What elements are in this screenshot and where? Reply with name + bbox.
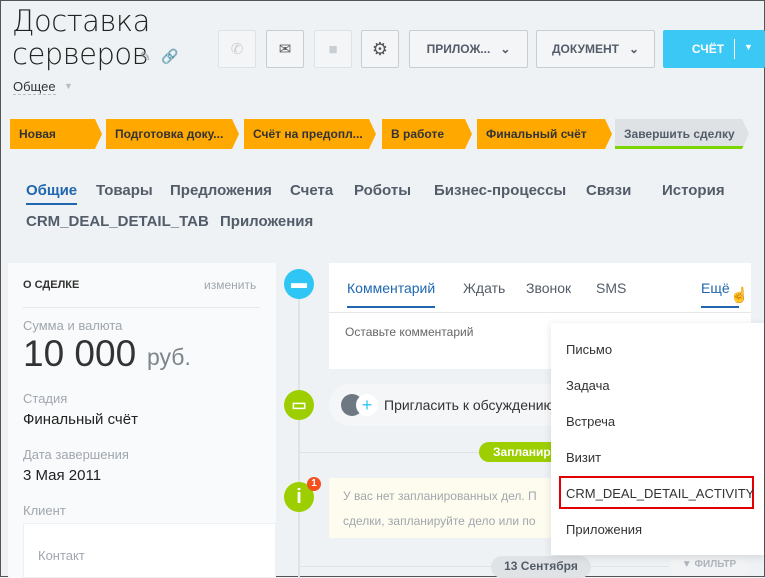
menu-item-meeting[interactable]: Встреча [566, 414, 615, 429]
pencil-icon[interactable]: ✎ [140, 49, 151, 65]
tab-apps[interactable]: Приложения [220, 213, 313, 230]
notification-badge: 1 [307, 477, 321, 491]
date-value: 3 Мая 2011 [23, 467, 102, 484]
menu-item-visit[interactable]: Визит [566, 450, 601, 465]
apps-button[interactable]: ПРИЛОЖ... ⌄ [409, 30, 528, 68]
document-label: ДОКУМЕНТ [551, 42, 619, 56]
edit-link[interactable]: изменить [204, 278, 256, 292]
comment-input[interactable]: Оставьте комментарий [345, 325, 473, 339]
tab-history[interactable]: История [662, 182, 725, 199]
date-separator: 13 Сентября [491, 556, 591, 578]
menu-item-apps[interactable]: Приложения [566, 522, 642, 537]
more-menu [551, 323, 764, 555]
tab-general[interactable]: Общие [26, 182, 78, 205]
comment-icon: ▬ [284, 269, 314, 299]
timeline-line [298, 284, 300, 578]
caret-down-icon[interactable]: ▼ [744, 42, 753, 52]
empty-notice [329, 478, 589, 538]
menu-item-email[interactable]: Письмо [566, 342, 612, 357]
link-icon[interactable]: 🔗 [161, 48, 178, 65]
chat-bubble-icon: ▭ [284, 390, 314, 420]
stage-in-progress[interactable]: В работе [382, 119, 472, 149]
gear-icon: ⚙ [371, 38, 389, 59]
divider [329, 312, 751, 313]
chevron-down-icon: ⌄ [500, 42, 511, 56]
document-button[interactable]: ДОКУМЕНТ ⌄ [536, 30, 655, 68]
divider [734, 39, 735, 59]
tab-crm-deal-detail[interactable]: CRM_DEAL_DETAIL_TAB [26, 213, 209, 230]
tab-sms[interactable]: SMS [596, 280, 626, 296]
stage-value: Финальный счёт [23, 411, 138, 428]
filter-label: ФИЛЬТР [694, 559, 737, 570]
divider [23, 307, 260, 308]
menu-item-crm-deal-detail-activity[interactable]: CRM_DEAL_DETAIL_ACTIVITY [566, 486, 754, 501]
client-label: Клиент [23, 503, 66, 518]
tab-links[interactable]: Связи [586, 182, 631, 199]
call-button[interactable]: ✆ [218, 30, 256, 68]
tab-comment[interactable]: Комментарий [347, 280, 436, 308]
tab-call[interactable]: Звонок [526, 280, 571, 296]
email-button[interactable]: ✉ [266, 30, 304, 68]
tab-wait[interactable]: Ждать [463, 280, 505, 296]
stage-close-deal[interactable]: Завершить сделку [615, 119, 749, 149]
chevron-down-icon: ⌄ [628, 42, 640, 56]
empty-text-1: У вас нет запланированных дел. П [343, 489, 537, 503]
deal-title-line2: серверов [12, 37, 149, 71]
currency: руб. [147, 344, 191, 370]
empty-text-2: сделки, запланируйте дело или по [343, 514, 536, 528]
category-selector[interactable]: Общее [13, 79, 56, 95]
cursor-hand-icon: ☝ [730, 287, 749, 304]
stage-preparation[interactable]: Подготовка доку... [106, 119, 239, 149]
menu-item-task[interactable]: Задача [566, 378, 610, 393]
stage-final-invoice[interactable]: Финальный счёт [477, 119, 612, 149]
caret-down-icon[interactable]: ▼ [64, 81, 73, 91]
invoice-label: СЧЁТ [691, 42, 725, 56]
invite-text[interactable]: Пригласить к обсуждению [384, 397, 554, 413]
tab-invoices[interactable]: Счета [290, 182, 333, 199]
amount-label: Сумма и валюта [23, 318, 123, 333]
stage-prepayment[interactable]: Счёт на предопл... [244, 119, 376, 149]
tab-robots[interactable]: Роботы [354, 182, 411, 199]
filter-button[interactable]: ▼ ФИЛЬТР [669, 556, 749, 576]
invoice-button[interactable]: СЧЁТ ▼ [663, 30, 765, 68]
filter-icon: ▼ [681, 559, 695, 570]
amount-value: 10 000 [23, 333, 137, 374]
settings-button[interactable]: ⚙ [361, 30, 399, 68]
deal-heading: О СДЕЛКЕ [23, 279, 80, 291]
tab-business-processes[interactable]: Бизнес-процессы [434, 182, 566, 199]
chat-button[interactable]: ■ [314, 30, 352, 68]
plus-icon: + [356, 394, 378, 416]
phone-icon: ✆ [230, 41, 244, 58]
chat-icon: ■ [328, 40, 338, 58]
date-label: Дата завершения [23, 447, 129, 462]
stage-new[interactable]: Новая [10, 119, 102, 149]
tab-offers[interactable]: Предложения [170, 182, 272, 199]
tab-products[interactable]: Товары [96, 182, 153, 199]
apps-label: ПРИЛОЖ... [426, 42, 491, 56]
deal-title: Доставка [12, 4, 150, 38]
stage-label: Стадия [23, 391, 68, 406]
mail-icon: ✉ [278, 41, 292, 58]
contact-field[interactable]: Контакт [38, 548, 85, 563]
